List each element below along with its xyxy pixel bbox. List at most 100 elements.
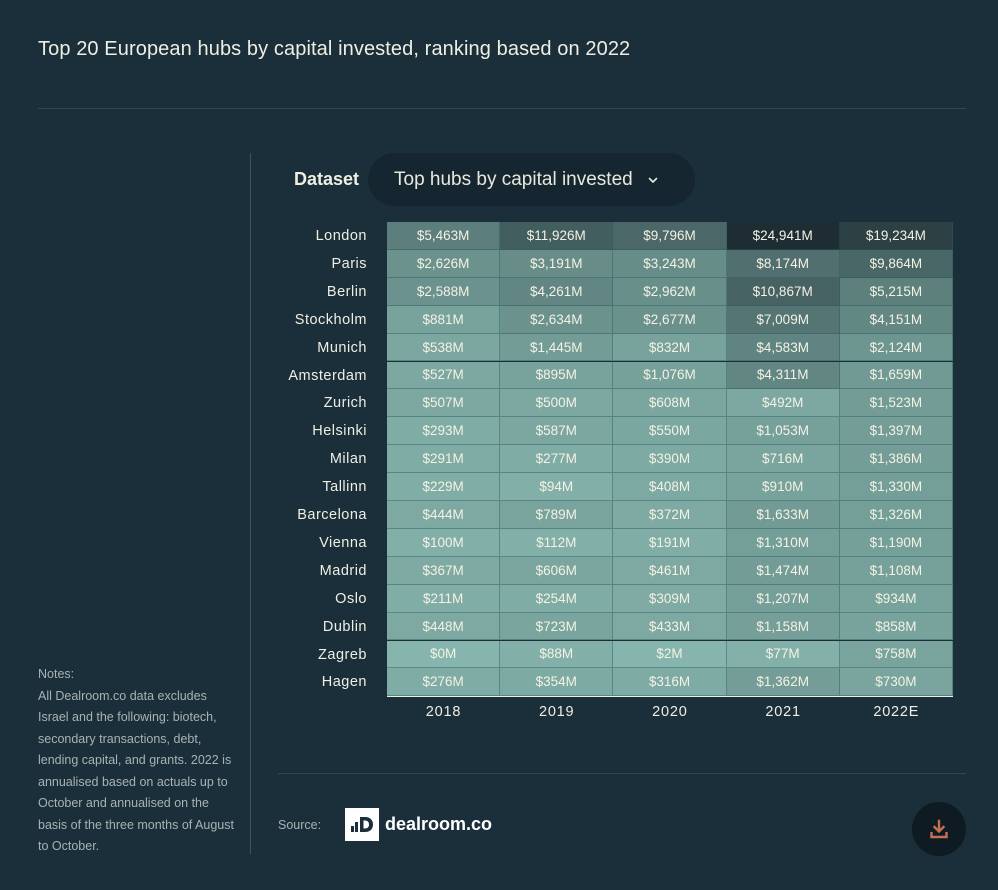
row-label: Barcelona xyxy=(297,507,367,523)
notes-heading: Notes: xyxy=(38,667,75,681)
heatmap-cell: $2,124M xyxy=(839,333,953,362)
row-label: Stockholm xyxy=(294,311,367,328)
footer-divider xyxy=(278,773,966,774)
heatmap-cell: $4,261M xyxy=(500,277,614,306)
heatmap-cell: $1,330M xyxy=(839,473,953,501)
heatmap-cell: $895M xyxy=(500,361,614,390)
heatmap-cell: $527M xyxy=(387,361,501,390)
row-label: Vienna xyxy=(319,534,367,551)
heatmap-cell: $1,158M xyxy=(726,612,840,641)
heatmap-cell: $1,386M xyxy=(839,445,953,474)
heatmap-cell: $2M xyxy=(613,640,727,669)
dataset-selected-value: Top hubs by capital invested xyxy=(394,168,633,190)
heatmap-cell: $1,523M xyxy=(839,389,953,418)
heatmap-cell: $2,962M xyxy=(613,277,727,306)
heatmap-cell: $507M xyxy=(387,389,501,418)
heatmap-cell: $2,626M xyxy=(387,249,501,278)
brand-name[interactable]: dealroom.co xyxy=(385,814,492,835)
heatmap-cell: $538M xyxy=(387,333,501,362)
heatmap-cell: $448M xyxy=(387,612,501,641)
heatmap-cell: $0M xyxy=(387,640,501,669)
heatmap-cell: $758M xyxy=(839,640,953,669)
row-label: Amsterdam xyxy=(288,367,367,384)
heatmap-cell: $293M xyxy=(387,417,501,446)
heatmap-cell: $1,326M xyxy=(839,501,953,529)
heatmap-cell: $77M xyxy=(726,640,840,669)
heatmap-cell: $444M xyxy=(387,501,501,529)
heatmap-cell: $390M xyxy=(613,445,727,474)
dataset-dropdown[interactable]: Top hubs by capital invested xyxy=(368,153,695,206)
row-label: London xyxy=(315,228,367,244)
heatmap-cell: $910M xyxy=(726,473,840,501)
heatmap-cell: $9,864M xyxy=(839,249,953,278)
heatmap-cell: $9,796M xyxy=(613,222,727,250)
heatmap-cell: $858M xyxy=(839,612,953,641)
row-label: Madrid xyxy=(319,562,367,579)
heatmap-cell: $934M xyxy=(839,584,953,613)
download-icon xyxy=(930,819,948,839)
heatmap-cell: $372M xyxy=(613,501,727,529)
heatmap-cell: $492M xyxy=(726,389,840,418)
heatmap-cell: $4,583M xyxy=(726,333,840,362)
column-label: 2022E xyxy=(873,704,920,720)
notes-body: All Dealroom.co data excludes Israel and… xyxy=(38,688,234,854)
heatmap-cell: $550M xyxy=(613,417,727,446)
chart-title: Top 20 European hubs by capital invested… xyxy=(38,38,631,60)
dataset-label: Dataset xyxy=(294,169,360,189)
column-label: 2019 xyxy=(538,704,575,720)
chevron-down-icon xyxy=(648,177,658,183)
heatmap-cell: $10,867M xyxy=(726,277,840,306)
heatmap-cell: $1,633M xyxy=(726,501,840,529)
heatmap-cell: $316M xyxy=(613,668,727,697)
row-label: Zagreb xyxy=(318,646,367,663)
heatmap-cell: $408M xyxy=(613,473,727,501)
heatmap-cell: $5,463M xyxy=(387,222,501,250)
heatmap-cell: $1,362M xyxy=(726,668,840,697)
heatmap-cell: $461M xyxy=(613,556,727,585)
heatmap-cell: $2,677M xyxy=(613,305,727,334)
heatmap-cell: $1,190M xyxy=(839,528,953,557)
row-label: Munich xyxy=(317,339,367,356)
heatmap-cell: $608M xyxy=(613,389,727,418)
heatmap-cell: $19,234M xyxy=(839,222,953,250)
heatmap-cell: $11,926M xyxy=(500,222,614,250)
heatmap-cell: $211M xyxy=(387,584,501,613)
column-label: 2020 xyxy=(652,704,688,720)
row-label: Tallinn xyxy=(322,479,367,496)
heatmap-cell: $88M xyxy=(500,640,614,669)
heatmap-cell: $1,397M xyxy=(839,417,953,446)
heatmap-cell: $1,053M xyxy=(726,417,840,446)
heatmap-cell: $291M xyxy=(387,445,501,474)
row-label: Zurich xyxy=(323,395,367,412)
download-button[interactable] xyxy=(912,802,966,856)
heatmap-cell: $2,588M xyxy=(387,277,501,306)
heatmap-cell: $716M xyxy=(726,445,840,474)
heatmap-cell: $789M xyxy=(500,501,614,529)
dealroom-logo-icon[interactable] xyxy=(345,808,379,841)
heatmap-cell: $730M xyxy=(839,668,953,697)
heatmap-cell: $309M xyxy=(613,584,727,613)
column-label: 2018 xyxy=(425,704,462,720)
heatmap-cell: $229M xyxy=(387,473,501,501)
row-label: Berlin xyxy=(326,283,367,300)
row-label: Dublin xyxy=(322,618,367,635)
notes-panel: Notes: All Dealroom.co data excludes Isr… xyxy=(38,664,238,858)
heatmap-cell: $7,009M xyxy=(726,305,840,334)
heatmap-cell: $3,191M xyxy=(500,249,614,278)
row-label: Milan xyxy=(329,451,367,468)
heatmap-cell: $254M xyxy=(500,584,614,613)
heatmap-cell: $881M xyxy=(387,305,501,334)
heatmap-cell: $100M xyxy=(387,528,501,557)
heatmap-cell: $500M xyxy=(500,389,614,418)
heatmap-cell: $2,634M xyxy=(500,305,614,334)
heatmap-cell: $4,311M xyxy=(726,361,840,390)
heatmap-cell: $354M xyxy=(500,668,614,697)
heatmap-cell: $1,108M xyxy=(839,556,953,585)
heatmap-cell: $112M xyxy=(500,528,614,557)
heatmap-cell: $433M xyxy=(613,612,727,641)
heatmap-cell: $3,243M xyxy=(613,249,727,278)
heatmap-cell: $606M xyxy=(500,556,614,585)
heatmap-cell: $723M xyxy=(500,612,614,641)
heatmap-cell: $24,941M xyxy=(726,222,840,250)
heatmap-cell: $1,445M xyxy=(500,333,614,362)
